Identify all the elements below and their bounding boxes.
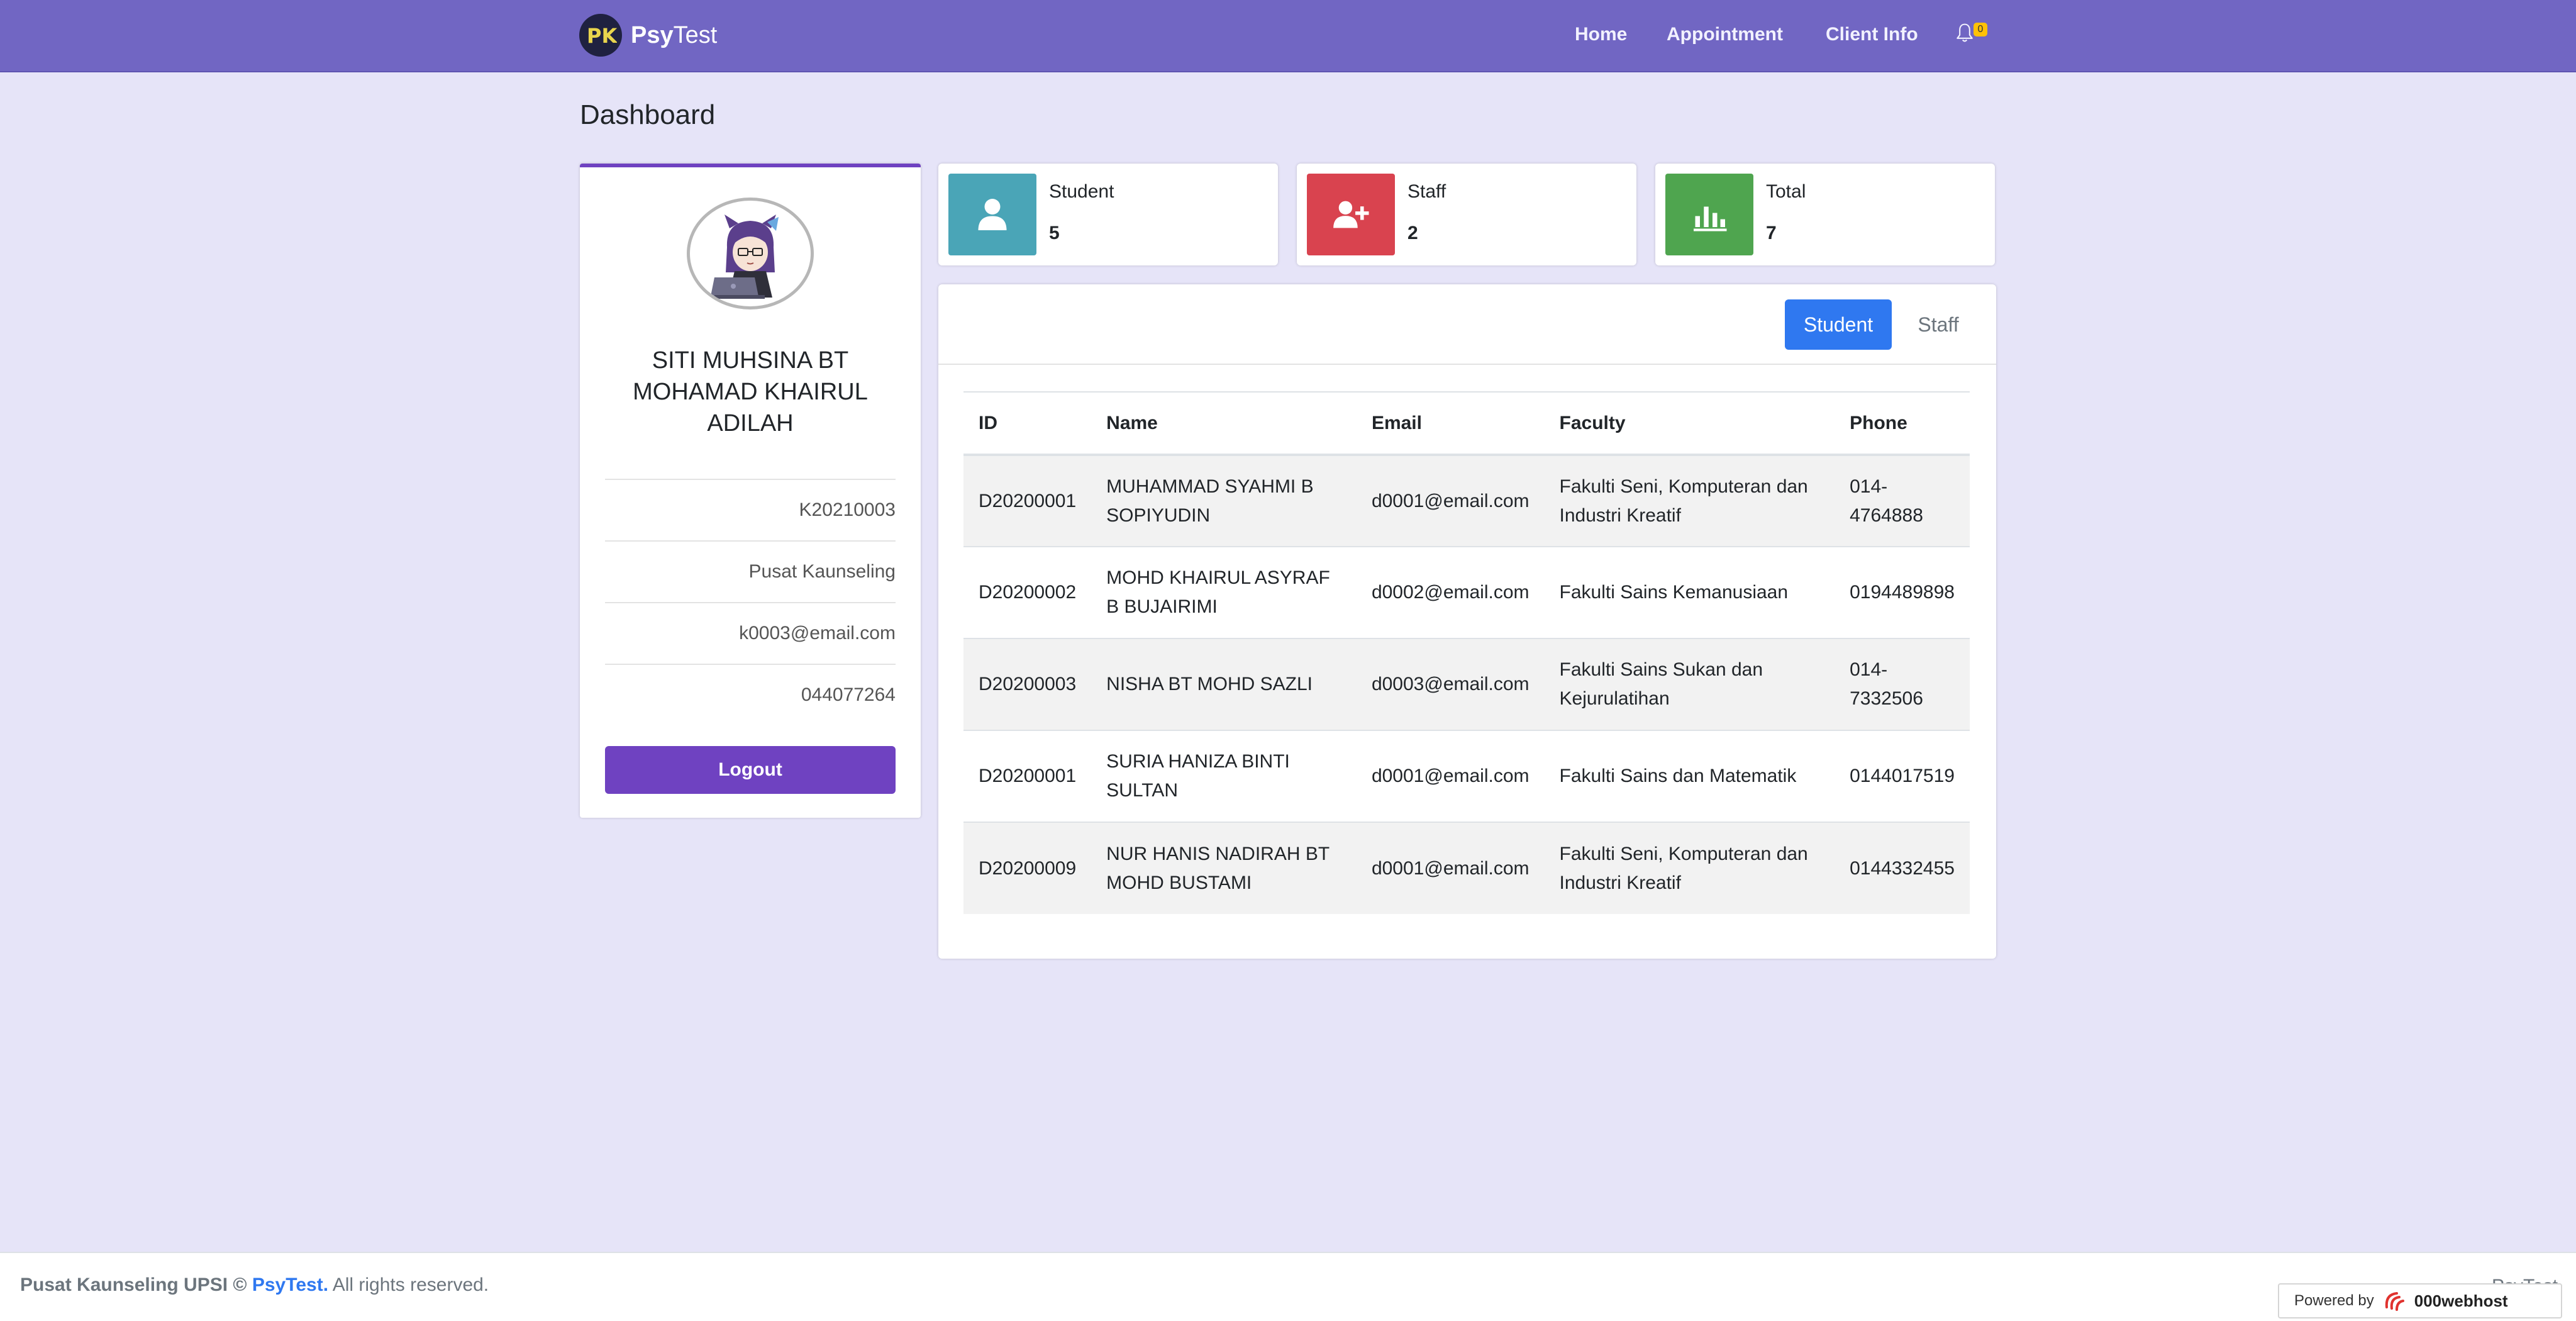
cell-name: MOHD KHAIRUL ASYRAF B BUJAIRIMI <box>1091 546 1357 638</box>
svg-text:PK: PK <box>587 24 617 48</box>
tab-staff[interactable]: Staff <box>1901 299 1976 350</box>
page-title: Dashboard <box>580 99 716 130</box>
stat-value-total: 7 <box>1766 223 1777 243</box>
stat-icon-box-staff <box>1307 174 1395 255</box>
table-row[interactable]: D20200001 SURIA HANIZA BINTI SULTAN d000… <box>963 730 1970 822</box>
stat-card-student: Student 5 <box>938 164 1278 265</box>
cell-name: NUR HANIS NADIRAH BT MOHD BUSTAMI <box>1091 822 1357 914</box>
stat-label-student: Student <box>1049 181 1114 202</box>
cell-phone: 0144332455 <box>1835 822 1970 914</box>
cell-phone: 0194489898 <box>1835 546 1970 638</box>
stat-label-total: Total <box>1766 181 1806 202</box>
tab-student[interactable]: Student <box>1785 299 1892 350</box>
stat-label-staff: Staff <box>1407 181 1446 202</box>
footer-copyright: Pusat Kaunseling UPSI © PsyTest. All rig… <box>20 1274 489 1296</box>
profile-email: k0003@email.com <box>605 602 896 664</box>
powered-by-badge[interactable]: Powered by 000webhost <box>2278 1283 2562 1318</box>
column-header-id[interactable]: ID <box>963 391 1092 456</box>
brand-name-light: Test <box>673 21 718 48</box>
brand-name: PsyTest <box>631 22 717 49</box>
stat-card-staff: Staff 2 <box>1297 164 1636 265</box>
column-header-email[interactable]: Email <box>1356 391 1545 456</box>
cell-id: D20200009 <box>963 822 1092 914</box>
cell-email: d0001@email.com <box>1356 730 1545 822</box>
table-row[interactable]: D20200003 NISHA BT MOHD SAZLI d0003@emai… <box>963 638 1970 730</box>
student-table: ID Name Email Faculty Phone D20200001 MU… <box>963 391 1970 914</box>
cell-phone: 014-7332506 <box>1835 638 1970 730</box>
cell-faculty: Fakulti Sains Sukan dan Kejurulatihan <box>1544 638 1835 730</box>
profile-card: SITI MUHSINA BT MOHAMAD KHAIRUL ADILAH K… <box>580 164 921 818</box>
footer-rights: All rights reserved. <box>332 1274 489 1295</box>
user-icon <box>978 199 1007 230</box>
table-row[interactable]: D20200001 MUHAMMAD SYAHMI B SOPIYUDIN d0… <box>963 454 1970 547</box>
cell-email: d0003@email.com <box>1356 638 1545 730</box>
cell-name: MUHAMMAD SYAHMI B SOPIYUDIN <box>1091 454 1357 547</box>
cell-faculty: Fakulti Seni, Komputeran dan Industri Kr… <box>1544 822 1835 914</box>
cell-phone: 014-4764888 <box>1835 454 1970 547</box>
cell-id: D20200001 <box>963 454 1092 547</box>
cell-email: d0001@email.com <box>1356 454 1545 547</box>
table-header-row: ID Name Email Faculty Phone <box>963 391 1970 456</box>
powered-by-brand: 000webhost <box>2414 1291 2508 1310</box>
bar-chart-icon <box>1694 206 1727 231</box>
cell-faculty: Fakulti Seni, Komputeran dan Industri Kr… <box>1544 454 1835 547</box>
notification-badge: 0 <box>1974 23 1987 36</box>
footer-brand-link[interactable]: PsyTest. <box>252 1274 328 1295</box>
brand-name-bold: Psy <box>631 21 674 48</box>
navbar: PK PsyTest Home Appointment Client Info … <box>0 0 2576 72</box>
nav-home[interactable]: Home <box>1575 24 1627 45</box>
nav-client-info[interactable]: Client Info <box>1826 24 1918 45</box>
cell-faculty: Fakulti Sains dan Matematik <box>1544 730 1835 822</box>
cell-id: D20200001 <box>963 730 1092 822</box>
cell-id: D20200003 <box>963 638 1092 730</box>
cell-name: SURIA HANIZA BINTI SULTAN <box>1091 730 1357 822</box>
stat-value-student: 5 <box>1049 223 1060 243</box>
powered-by-label: Powered by <box>2294 1292 2374 1309</box>
table-card-header: Student Staff <box>938 284 1996 365</box>
cell-name: NISHA BT MOHD SAZLI <box>1091 638 1357 730</box>
avatar-illustration-icon <box>711 215 779 299</box>
stat-icon-box-student <box>948 174 1036 255</box>
stat-value-staff: 2 <box>1407 223 1418 243</box>
stat-card-total: Total 7 <box>1655 164 1995 265</box>
table-row[interactable]: D20200009 NUR HANIS NADIRAH BT MOHD BUST… <box>963 822 1970 914</box>
stat-icon-box-total <box>1665 174 1753 255</box>
user-table-card: Student Staff ID Name Email Faculty Phon… <box>938 284 1996 959</box>
cell-email: d0001@email.com <box>1356 822 1545 914</box>
footer: Pusat Kaunseling UPSI © PsyTest. All rig… <box>0 1252 2576 1321</box>
cell-phone: 0144017519 <box>1835 730 1970 822</box>
profile-name: SITI MUHSINA BT MOHAMAD KHAIRUL ADILAH <box>633 347 868 437</box>
profile-id: K20210003 <box>605 479 896 540</box>
avatar <box>687 198 814 309</box>
footer-org: Pusat Kaunseling UPSI © <box>20 1274 247 1295</box>
webhost-logo-icon <box>2385 1292 2404 1311</box>
brand-logo-icon: PK <box>579 14 622 57</box>
brand[interactable]: PK PsyTest <box>579 13 717 58</box>
user-plus-icon <box>1333 201 1369 228</box>
profile-phone: 044077264 <box>605 664 896 725</box>
logout-button[interactable]: Logout <box>605 746 896 794</box>
cell-id: D20200002 <box>963 546 1092 638</box>
column-header-phone[interactable]: Phone <box>1835 391 1970 456</box>
cell-faculty: Fakulti Sains Kemanusiaan <box>1544 546 1835 638</box>
table-row[interactable]: D20200002 MOHD KHAIRUL ASYRAF B BUJAIRIM… <box>963 546 1970 638</box>
column-header-faculty[interactable]: Faculty <box>1544 391 1835 456</box>
cell-email: d0002@email.com <box>1356 546 1545 638</box>
column-header-name[interactable]: Name <box>1091 391 1357 456</box>
nav-appointment[interactable]: Appointment <box>1667 24 1783 45</box>
profile-department: Pusat Kaunseling <box>605 540 896 602</box>
